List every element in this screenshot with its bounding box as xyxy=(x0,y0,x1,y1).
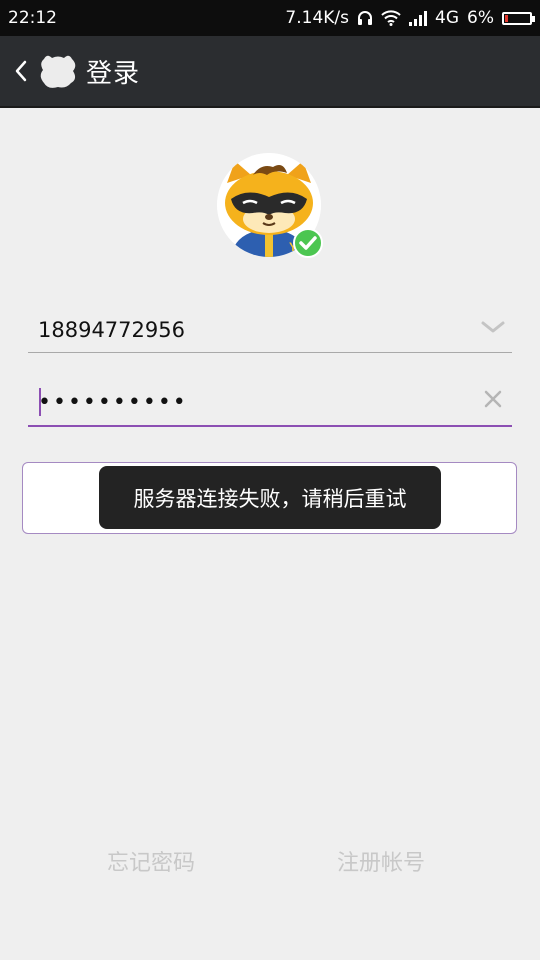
network-speed: 7.14K/s xyxy=(285,8,350,28)
register-account-link[interactable]: 注册帐号 xyxy=(337,845,425,877)
wifi-icon xyxy=(381,10,401,26)
signal-icon xyxy=(409,10,428,26)
password-field xyxy=(28,380,512,427)
battery-fill xyxy=(505,14,508,22)
chevron-down-icon xyxy=(481,321,505,333)
verified-check-icon xyxy=(293,228,323,258)
chevron-left-icon xyxy=(15,60,27,82)
app-logo-icon xyxy=(38,51,78,91)
account-field xyxy=(28,307,512,353)
account-input[interactable] xyxy=(38,307,468,352)
account-dropdown-button[interactable] xyxy=(478,313,508,343)
page-title: 登录 xyxy=(86,58,141,89)
toast-text: 服务器连接失败，请稍后重试 xyxy=(133,486,407,511)
status-icons: 7.14K/s 4G 6% xyxy=(285,8,535,28)
battery-icon xyxy=(502,11,535,25)
headphones-icon xyxy=(357,10,373,26)
app-bar: 登录 xyxy=(0,36,540,108)
toast-message: 服务器连接失败，请稍后重试 xyxy=(99,466,441,529)
password-input[interactable] xyxy=(38,380,468,425)
network-type: 4G xyxy=(435,8,460,28)
forgot-password-link[interactable]: 忘记密码 xyxy=(107,845,195,877)
battery-percent: 6% xyxy=(467,8,494,28)
back-button[interactable] xyxy=(4,36,38,106)
status-bar: 22:12 7.14K/s 4G 6% xyxy=(0,0,540,36)
status-time: 22:12 xyxy=(8,8,57,28)
clear-password-button[interactable] xyxy=(478,384,508,414)
close-icon xyxy=(484,390,502,408)
